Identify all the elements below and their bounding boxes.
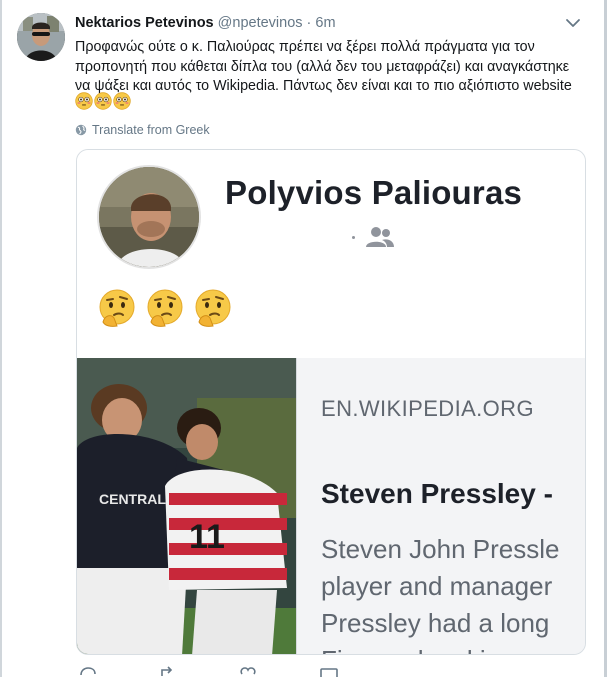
- fb-profile-name: Polyvios Paliouras: [225, 174, 523, 211]
- fb-post-meta: [352, 226, 395, 248]
- fb-emoji-row: [97, 288, 233, 328]
- flushed-face-icon: [113, 92, 131, 110]
- link-description-line: player and manager: [321, 571, 553, 601]
- translate-label[interactable]: Translate from Greek: [92, 123, 210, 137]
- friends-icon: [366, 227, 394, 247]
- link-preview-photo: CENTRAL 11: [77, 358, 296, 654]
- header-separator: ·: [306, 15, 312, 31]
- message-icon[interactable]: [319, 666, 339, 677]
- link-domain: EN.WIKIPEDIA.ORG: [321, 396, 534, 421]
- link-description-line: Steven John Pressle: [321, 534, 560, 564]
- tweet-actions: [75, 666, 587, 677]
- author-handle[interactable]: @npetevinos: [218, 15, 303, 31]
- shirt-sponsor-text: CENTRAL: [99, 491, 166, 507]
- flushed-face-icon: [94, 92, 112, 110]
- thinking-face-icon: [99, 289, 135, 327]
- author-avatar[interactable]: [17, 13, 65, 61]
- like-icon[interactable]: [239, 666, 257, 677]
- thinking-face-icon: [195, 289, 231, 327]
- tweet-text: Προφανώς ούτε ο κ. Παλιούρας πρέπει να ξ…: [75, 39, 572, 94]
- fb-profile-avatar: [97, 165, 201, 269]
- media-card[interactable]: Polyvios Paliouras CENTRAL 11 EN.WIKIPED…: [76, 149, 586, 655]
- globe-icon: [75, 124, 87, 136]
- fb-post-header: Polyvios Paliouras: [77, 150, 585, 358]
- retweet-icon[interactable]: [159, 666, 179, 677]
- link-description-line: Pressley had a long: [321, 608, 550, 638]
- thinking-face-icon: [147, 289, 183, 327]
- translate-link[interactable]: Translate from Greek: [75, 122, 210, 138]
- fb-meta-dot: [352, 235, 355, 239]
- flushed-face-icon: [75, 92, 93, 110]
- link-title: Steven Pressley -: [321, 478, 553, 509]
- author-name[interactable]: Nektarios Petevinos: [75, 15, 214, 31]
- tweet-header: Nektarios Petevinos @npetevinos · 6m: [75, 14, 336, 32]
- link-description-line: Firm and making ov: [321, 642, 559, 654]
- link-description: Steven John Pressle player and manager P…: [321, 531, 560, 654]
- link-preview-text: EN.WIKIPEDIA.ORG Steven Pressley - Steve…: [296, 358, 585, 654]
- shirt-number-text: 11: [189, 518, 225, 556]
- reply-icon[interactable]: [79, 666, 97, 677]
- chevron-down-icon[interactable]: [565, 16, 581, 28]
- tweet-emojis: [75, 92, 131, 112]
- tweet[interactable]: Nektarios Petevinos @npetevinos · 6m Προ…: [2, 0, 604, 677]
- tweet-timestamp[interactable]: 6m: [315, 15, 335, 31]
